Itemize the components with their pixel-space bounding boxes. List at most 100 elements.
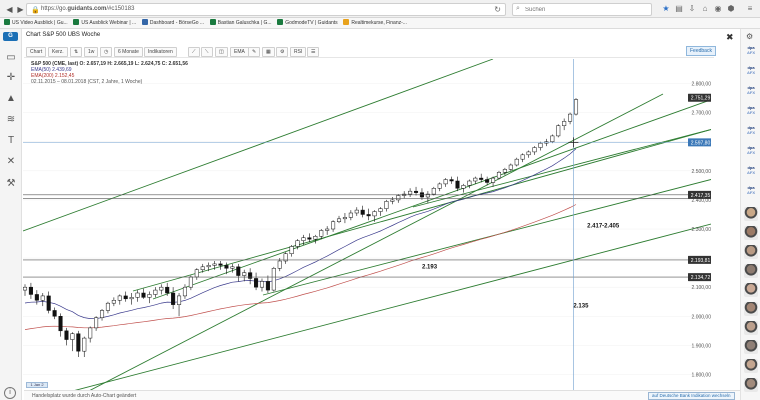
bookmark-item[interactable]: GodmodeTV | Guidants (277, 18, 338, 28)
candle-body (153, 289, 158, 295)
settings-icon[interactable]: ⚙ (746, 32, 753, 41)
grid-icon[interactable]: ▦ (262, 47, 275, 57)
bookmark-item[interactable]: Bastian Galuschka | G... (209, 18, 272, 28)
draw-ray-icon[interactable]: ⟍ (201, 47, 213, 57)
reading-list-icon[interactable]: ▤ (674, 4, 684, 14)
horizontal-lines (23, 142, 713, 278)
widget-icon[interactable]: ▭ (4, 51, 18, 65)
dpa-afx-news-badge[interactable]: dpa AFX (743, 145, 759, 159)
candle-body (307, 237, 312, 240)
price-chart[interactable]: 1.800,001.900,002.000,002.100,002.200,00… (22, 58, 714, 400)
clock-icon[interactable]: ◷ (100, 47, 113, 57)
candle-body (485, 179, 490, 183)
y-tick-label: 2.000,00 (692, 314, 711, 320)
author-avatar[interactable] (744, 207, 758, 221)
candle-body (171, 292, 176, 305)
candle-body (443, 179, 448, 185)
triangle-tool-icon[interactable]: ▲ (4, 92, 18, 106)
candle-body (64, 330, 69, 340)
delete-drawings-icon[interactable]: ✕ (4, 155, 18, 169)
search-input[interactable] (525, 5, 645, 15)
ema-button[interactable]: EMA (230, 47, 249, 57)
candle-body (129, 297, 134, 300)
dpa-afx-news-badge[interactable]: dpa AFX (743, 65, 759, 79)
fibonacci-tool-icon[interactable]: ≋ (4, 113, 18, 127)
annotation-icon[interactable]: ✎ (248, 47, 261, 57)
candle-body (236, 266, 241, 276)
url-text: https://go.guidants.com/#c150183 (41, 6, 135, 12)
compare-icon[interactable]: ⇅ (70, 47, 83, 57)
more-icon[interactable]: ☰ (307, 47, 320, 57)
candle-body (431, 188, 436, 195)
candle-body (325, 228, 330, 231)
reload-icon[interactable]: ↻ (494, 5, 501, 14)
candle-body (455, 180, 460, 189)
switch-exchange-button[interactable]: auf Deutsche Bank Indikation wechseln (648, 392, 735, 400)
bookmark-star-icon[interactable]: ★ (661, 4, 671, 14)
interval-button[interactable]: 1w (84, 47, 99, 57)
dpa-afx-news-badge[interactable]: dpa AFX (743, 165, 759, 179)
bookmark-item[interactable]: Dashboard - BörseGo ... (141, 18, 204, 28)
candle-body (105, 302, 110, 311)
author-avatar[interactable] (744, 378, 758, 392)
url-bar[interactable]: 🔒 https://go.guidants.com/#c150183 ↻ (26, 3, 506, 16)
download-icon[interactable]: ⇩ (687, 4, 697, 14)
candle-body (568, 113, 573, 122)
author-avatar[interactable] (744, 245, 758, 259)
candle-body (348, 212, 353, 218)
close-icon[interactable]: ✖ (726, 32, 734, 43)
draw-line-icon[interactable]: ⟋ (188, 47, 200, 57)
author-avatar[interactable] (744, 283, 758, 297)
candle-body (496, 172, 502, 179)
lock-icon: 🔒 (31, 7, 40, 14)
indicators-button[interactable]: Indikatoren (144, 47, 177, 57)
dpa-afx-news-badge[interactable]: dpa AFX (743, 125, 759, 139)
pocket-icon[interactable]: ◉ (713, 4, 723, 14)
search-bar[interactable]: ⌕ (512, 3, 652, 16)
back-arrow-icon[interactable]: ◀ (4, 4, 15, 15)
candle-body (532, 147, 537, 153)
candle-body (550, 135, 555, 142)
author-avatar[interactable] (744, 321, 758, 335)
settings-icon[interactable]: ⚙ (276, 47, 289, 57)
crosshair-tool-icon[interactable]: ✛ (4, 71, 18, 85)
y-tick-label: 2.700,00 (692, 111, 711, 117)
feedback-button[interactable]: Feedback (686, 46, 716, 56)
extension-icon[interactable]: ⬢ (726, 4, 736, 14)
candle-body (449, 179, 454, 182)
menu-icon[interactable]: ≡ (745, 4, 755, 14)
author-avatar[interactable] (744, 340, 758, 354)
candle-body (508, 164, 513, 170)
dpa-afx-news-badge[interactable]: dpa AFX (743, 105, 759, 119)
text-tool-icon[interactable]: T (4, 134, 18, 148)
chart-menu-button[interactable]: Chart (26, 47, 47, 57)
author-avatar[interactable] (744, 359, 758, 373)
bookmarks-bar: US Video Ausblick | Gu... US Ausblick We… (0, 18, 760, 29)
dpa-afx-news-badge[interactable]: dpa AFX (743, 45, 759, 59)
chart-area[interactable]: 1.800,001.900,002.000,002.100,002.200,00… (22, 58, 714, 400)
forward-arrow-icon[interactable]: ▶ (15, 4, 26, 15)
bookmark-item[interactable]: Realtimekurse, Finanz-... (343, 18, 407, 28)
candle-body (230, 266, 235, 269)
rsi-button[interactable]: RSI (290, 47, 307, 57)
candle-body (111, 300, 116, 304)
info-icon[interactable]: i (4, 387, 16, 399)
dpa-afx-news-badge[interactable]: dpa AFX (743, 85, 759, 99)
candle-body (562, 121, 567, 126)
author-avatar[interactable] (744, 226, 758, 240)
home-icon[interactable]: ⌂ (700, 4, 710, 14)
candle-body (331, 221, 336, 230)
candle-body (271, 268, 276, 291)
author-avatar[interactable] (744, 264, 758, 278)
magnet-tool-icon[interactable]: ⚒ (4, 177, 18, 191)
guidants-logo[interactable]: G (3, 32, 18, 41)
y-tick-label: 2.300,00 (692, 227, 711, 233)
chart-type-button[interactable]: Kerz. (48, 47, 68, 57)
dpa-afx-news-badge[interactable]: dpa AFX (743, 185, 759, 199)
period-button[interactable]: 6 Monate (114, 47, 143, 57)
bookmark-item[interactable]: US Video Ausblick | Gu... (4, 18, 68, 28)
author-avatar[interactable] (744, 302, 758, 316)
draw-shape-icon[interactable]: ◫ (215, 47, 228, 57)
bookmark-item[interactable]: US Ausblick Webinar | ... (73, 18, 136, 28)
chart-annotation: 2.193 (422, 264, 438, 270)
